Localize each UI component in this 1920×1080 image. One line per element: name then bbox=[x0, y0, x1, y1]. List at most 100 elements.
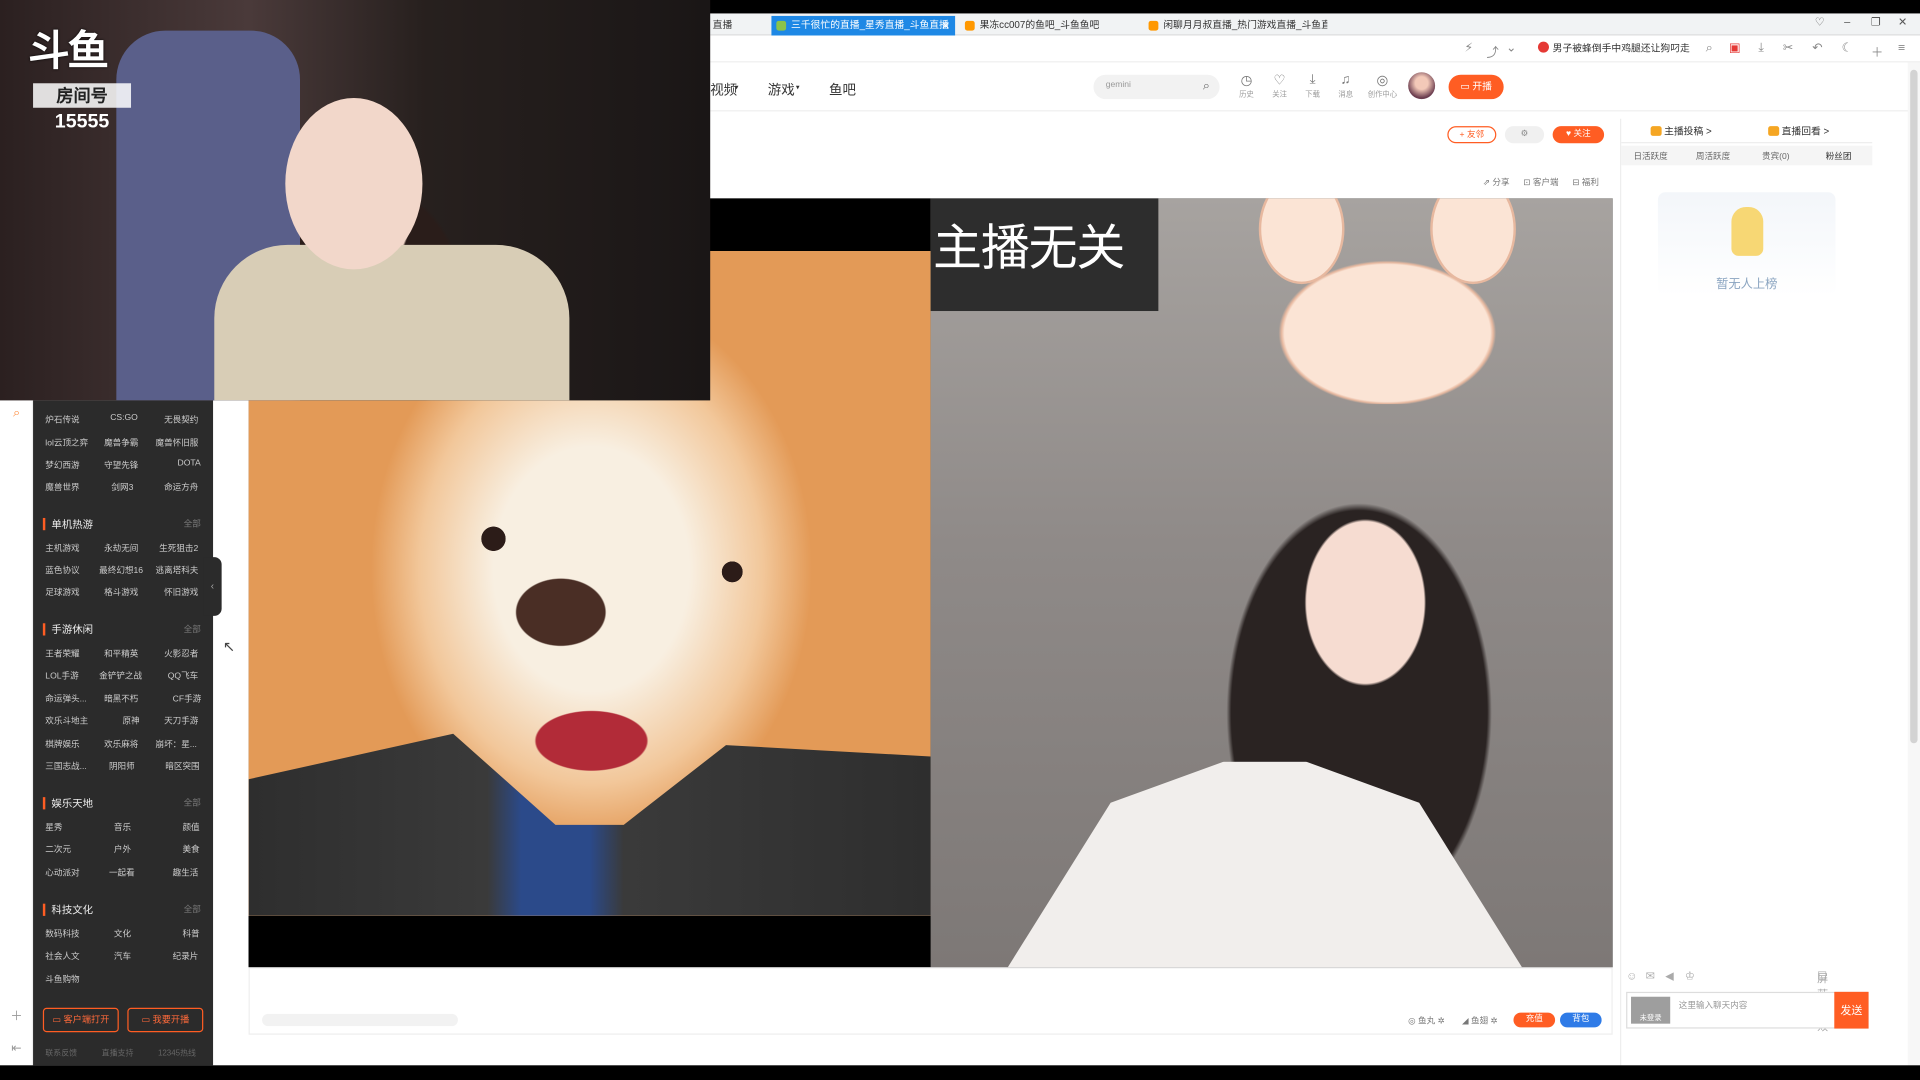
category-item[interactable]: 暗区突围 bbox=[165, 760, 199, 772]
chat-input[interactable]: 这里输入聊天内容 bbox=[1679, 999, 1748, 1011]
close-window-icon[interactable]: ✕ bbox=[1898, 16, 1907, 29]
nav-video[interactable]: 视频 bbox=[710, 80, 737, 100]
minimize-icon[interactable]: – bbox=[1844, 16, 1850, 28]
megaphone-icon[interactable]: ◀ bbox=[1665, 970, 1673, 983]
category-item[interactable]: 汽车 bbox=[114, 950, 131, 962]
category-item[interactable]: DOTA bbox=[178, 459, 201, 468]
follow-button[interactable]: ♥ 关注 bbox=[1552, 126, 1605, 144]
browser-tab-active[interactable]: 三千很忙的直播_星秀直播_斗鱼直播 ✕ bbox=[771, 15, 956, 36]
category-item[interactable]: 星秀 bbox=[45, 822, 62, 834]
chevron-down-icon[interactable]: ⌄ bbox=[1506, 42, 1516, 55]
browser-tab[interactable]: 直播 bbox=[710, 16, 769, 36]
category-item[interactable]: 科普 bbox=[182, 928, 199, 940]
search-icon[interactable]: ⌕ bbox=[1203, 80, 1210, 93]
news-ticker[interactable]: 男子被蜂倒手中鸡腿还让狗叼走 bbox=[1537, 41, 1690, 55]
category-item[interactable]: 足球游戏 bbox=[45, 587, 79, 599]
category-item[interactable]: 棋牌娱乐 bbox=[45, 738, 79, 750]
search-input[interactable]: gemini bbox=[1106, 81, 1131, 90]
history-button[interactable]: ◷ 历史 bbox=[1233, 72, 1260, 99]
crown-icon[interactable]: ♔ bbox=[1685, 970, 1695, 983]
scissors-icon[interactable]: ✂ bbox=[1783, 42, 1793, 55]
sidebar-collapse-handle[interactable]: ‹ bbox=[203, 557, 222, 616]
category-item[interactable]: 崩坏：星... bbox=[156, 738, 197, 750]
footer-link[interactable]: 联系反馈 bbox=[45, 1046, 77, 1058]
start-stream-sidebar-button[interactable]: ▭ 我要开播 bbox=[127, 1007, 204, 1033]
category-item[interactable]: QQ飞车 bbox=[168, 670, 198, 682]
creator-center-button[interactable]: ◎ 创作中心 bbox=[1367, 72, 1399, 99]
tab-weekly[interactable]: 周活跃度 bbox=[1696, 151, 1730, 163]
category-item[interactable]: 永劫无间 bbox=[104, 542, 138, 554]
settings-button[interactable]: ⚙ bbox=[1504, 126, 1545, 144]
category-item[interactable]: 数码科技 bbox=[45, 928, 79, 940]
undo-icon[interactable]: ↶ bbox=[1812, 42, 1822, 55]
lightning-icon[interactable]: ⚡ bbox=[1464, 42, 1473, 55]
scrollbar-thumb[interactable] bbox=[1910, 69, 1918, 744]
category-item[interactable]: 命运方舟 bbox=[164, 481, 198, 493]
messages-button[interactable]: ♫ 消息 bbox=[1332, 72, 1359, 99]
tab-daily[interactable]: 日活跃度 bbox=[1633, 151, 1667, 163]
section-all-link[interactable]: 全部 bbox=[184, 623, 201, 635]
moon-icon[interactable]: ☾ bbox=[1842, 42, 1853, 55]
open-client-button[interactable]: ▭ 客户端打开 bbox=[42, 1007, 119, 1033]
category-item[interactable]: 魔兽怀旧服 bbox=[156, 437, 199, 449]
category-item[interactable]: 命运弹头... bbox=[45, 693, 86, 705]
plus-icon[interactable]: ＋ bbox=[9, 1005, 25, 1023]
replay-link[interactable]: 直播回看 > bbox=[1768, 125, 1829, 138]
client-link[interactable]: ⊡ 客户端 bbox=[1523, 176, 1558, 188]
category-item[interactable]: 颜值 bbox=[182, 822, 199, 834]
emoji-icon[interactable]: ☺ bbox=[1626, 970, 1637, 982]
section-all-link[interactable]: 全部 bbox=[184, 797, 201, 809]
category-item[interactable]: CS:GO bbox=[110, 414, 138, 423]
category-item[interactable]: 原神 bbox=[122, 715, 139, 727]
category-item[interactable]: 阴阳师 bbox=[109, 760, 135, 772]
category-item[interactable]: 怀旧游戏 bbox=[164, 587, 198, 599]
section-all-link[interactable]: 全部 bbox=[184, 518, 201, 530]
close-tab-icon[interactable]: ✕ bbox=[941, 16, 950, 36]
collapse-left-icon[interactable]: ⇤ bbox=[9, 1042, 25, 1058]
search-box[interactable]: gemini ⌕ bbox=[1093, 74, 1220, 100]
category-item[interactable]: 三国志战... bbox=[45, 760, 86, 772]
category-item[interactable]: 无畏契约 bbox=[164, 414, 198, 426]
category-item[interactable]: 天刀手游 bbox=[164, 715, 198, 727]
download-button[interactable]: ⤓ 下载 bbox=[1299, 72, 1326, 99]
category-item[interactable]: 剑网3 bbox=[111, 481, 133, 493]
mail-icon[interactable]: ✉ bbox=[1646, 970, 1655, 983]
category-item[interactable]: 趣生活 bbox=[173, 867, 199, 879]
nav-games[interactable]: 游戏 bbox=[768, 80, 795, 100]
category-item[interactable]: 生死狙击2 bbox=[159, 542, 198, 554]
welfare-link[interactable]: ⊟ 福利 bbox=[1572, 176, 1599, 188]
category-item[interactable]: 逃离塔科夫 bbox=[156, 564, 199, 576]
category-item[interactable]: 文化 bbox=[114, 928, 131, 940]
category-item[interactable]: 音乐 bbox=[114, 822, 131, 834]
category-item[interactable]: 蓝色协议 bbox=[45, 564, 79, 576]
category-item[interactable]: lol云顶之弈 bbox=[45, 437, 88, 449]
category-item[interactable]: 二次元 bbox=[45, 844, 71, 856]
restore-icon[interactable]: ❐ bbox=[1871, 16, 1881, 29]
nav-yuba[interactable]: 鱼吧 bbox=[829, 80, 856, 100]
category-item[interactable]: 欢乐麻将 bbox=[104, 738, 138, 750]
category-item[interactable]: 暗黑不朽 bbox=[104, 693, 138, 705]
category-item[interactable]: 和平精英 bbox=[104, 648, 138, 660]
footer-link[interactable]: 直播支持 bbox=[102, 1046, 134, 1058]
category-item[interactable]: 户外 bbox=[114, 844, 131, 856]
plus-icon[interactable]: ＋ bbox=[1871, 42, 1883, 60]
category-item[interactable]: 斗鱼购物 bbox=[45, 973, 79, 985]
category-item[interactable]: 最终幻想16 bbox=[99, 564, 143, 576]
category-item[interactable]: 美食 bbox=[182, 844, 199, 856]
category-item[interactable]: CF手游 bbox=[173, 693, 202, 705]
category-item[interactable]: 魔兽世界 bbox=[45, 481, 79, 493]
shirt-icon[interactable]: ♡ bbox=[1815, 16, 1825, 29]
category-item[interactable]: 一起看 bbox=[109, 867, 135, 879]
category-item[interactable]: 炉石传说 bbox=[45, 414, 79, 426]
category-item[interactable]: LOL手游 bbox=[45, 670, 78, 682]
page-scrollbar[interactable] bbox=[1907, 62, 1920, 1066]
anchor-submit-link[interactable]: 主播投稿 > bbox=[1650, 125, 1712, 138]
category-item[interactable]: 社会人文 bbox=[45, 950, 79, 962]
browser-tab[interactable]: 闲聊月月叔直播_热门游戏直播_斗鱼直 bbox=[1144, 16, 1327, 36]
category-item[interactable]: 守望先锋 bbox=[104, 459, 138, 471]
tab-fans[interactable]: 粉丝团 bbox=[1826, 151, 1852, 163]
category-item[interactable]: 梦幻西游 bbox=[45, 459, 79, 471]
category-item[interactable]: 火影忍者 bbox=[164, 648, 198, 660]
add-friend-button[interactable]: + 友邻 bbox=[1447, 126, 1497, 144]
category-item[interactable]: 主机游戏 bbox=[45, 542, 79, 554]
